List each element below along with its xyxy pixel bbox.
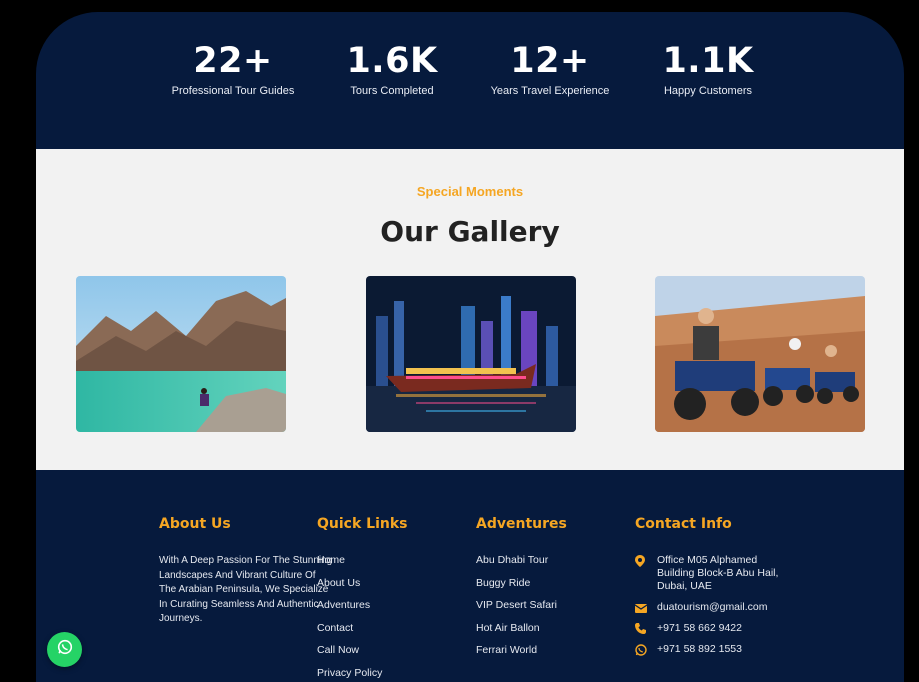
adventure-link-hot-air[interactable]: Hot Air Ballon xyxy=(476,622,567,645)
adventure-link-ferrari[interactable]: Ferrari World xyxy=(476,644,567,667)
stats-section: 22+ Professional Tour Guides 1.6K Tours … xyxy=(36,12,904,149)
stat-label: Years Travel Experience xyxy=(490,84,610,97)
location-pin-icon xyxy=(635,554,657,567)
quick-link-about[interactable]: About Us xyxy=(317,577,407,600)
whatsapp-icon xyxy=(635,643,657,656)
footer: About Us With A Deep Passion For The Stu… xyxy=(36,470,904,682)
adventure-link-vip-safari[interactable]: VIP Desert Safari xyxy=(476,599,567,622)
quick-link-privacy[interactable]: Privacy Policy xyxy=(317,667,407,682)
envelope-icon xyxy=(635,601,657,613)
footer-about: About Us With A Deep Passion For The Stu… xyxy=(159,516,335,627)
gallery-image-mountain-lake[interactable] xyxy=(76,276,286,432)
whatsapp-float-button[interactable] xyxy=(47,632,82,667)
footer-about-heading: About Us xyxy=(159,516,231,532)
footer-adventures: Adventures Abu Dhabi Tour Buggy Ride VIP… xyxy=(476,516,567,667)
stat-tours: 1.6K Tours Completed xyxy=(307,42,477,97)
gallery-image-dhow-cruise[interactable] xyxy=(366,276,576,432)
footer-contact: Contact Info Office M05 Alphamed Buildin… xyxy=(635,516,787,664)
contact-whatsapp[interactable]: +971 58 892 1553 xyxy=(635,643,787,656)
page-frame: 22+ Professional Tour Guides 1.6K Tours … xyxy=(36,12,904,682)
quick-link-call-now[interactable]: Call Now xyxy=(317,644,407,667)
stat-value: 12+ xyxy=(510,41,590,81)
stat-customers: 1.1K Happy Customers xyxy=(623,42,793,97)
footer-contact-heading: Contact Info xyxy=(635,516,732,532)
contact-address-text: Office M05 Alphamed Building Block-B Abu… xyxy=(657,554,779,592)
contact-whatsapp-text[interactable]: +971 58 892 1553 xyxy=(657,643,787,656)
footer-quick-links: Quick Links Home About Us Adventures Con… xyxy=(317,516,407,682)
quick-link-contact[interactable]: Contact xyxy=(317,622,407,645)
whatsapp-icon xyxy=(57,639,73,660)
gallery-eyebrow: Special Moments xyxy=(416,184,524,199)
adventure-link-abu-dhabi[interactable]: Abu Dhabi Tour xyxy=(476,554,567,577)
contact-phone-text[interactable]: +971 58 662 9422 xyxy=(657,622,787,635)
stat-value: 1.6K xyxy=(346,41,438,81)
stat-value: 22+ xyxy=(193,41,273,81)
adventure-link-buggy[interactable]: Buggy Ride xyxy=(476,577,567,600)
gallery-title: Our Gallery xyxy=(380,215,560,248)
contact-address: Office M05 Alphamed Building Block-B Abu… xyxy=(635,554,787,593)
quick-link-adventures[interactable]: Adventures xyxy=(317,599,407,622)
stat-value: 1.1K xyxy=(662,41,754,81)
phone-icon xyxy=(635,622,657,634)
contact-email-text[interactable]: duatourism@gmail.com xyxy=(657,601,787,614)
stat-guides: 22+ Professional Tour Guides xyxy=(148,42,318,97)
footer-about-text: With A Deep Passion For The Stunning Lan… xyxy=(159,555,333,624)
gallery-section: Special Moments Our Gallery xyxy=(36,149,904,470)
gallery-image-quad-bikes[interactable] xyxy=(655,276,865,432)
stat-label: Professional Tour Guides xyxy=(171,84,295,97)
stat-label: Happy Customers xyxy=(663,84,753,97)
quick-link-home[interactable]: Home xyxy=(317,554,407,577)
footer-adventures-heading: Adventures xyxy=(476,516,567,532)
contact-email[interactable]: duatourism@gmail.com xyxy=(635,601,787,614)
stat-label: Tours Completed xyxy=(350,84,434,97)
stat-years: 12+ Years Travel Experience xyxy=(465,42,635,97)
contact-phone[interactable]: +971 58 662 9422 xyxy=(635,622,787,635)
footer-quick-links-heading: Quick Links xyxy=(317,516,408,532)
